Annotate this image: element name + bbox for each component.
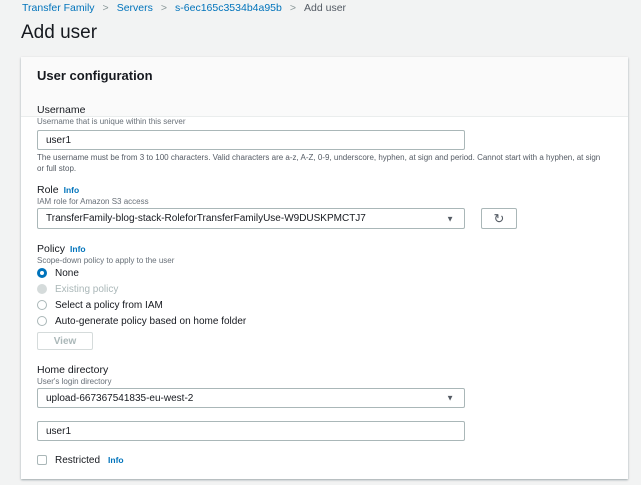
restricted-info-link[interactable]: Info <box>108 455 124 465</box>
policy-info-link[interactable]: Info <box>70 244 86 254</box>
username-help: The username must be from 3 to 100 chara… <box>37 153 601 173</box>
breadcrumb: Transfer Family > Servers > s-6ec165c353… <box>22 1 346 15</box>
breadcrumb-server-id[interactable]: s-6ec165c3534b4a95b <box>175 2 282 14</box>
page-title: Add user <box>21 22 98 43</box>
breadcrumb-servers[interactable]: Servers <box>117 2 153 14</box>
home-directory-description: User's login directory <box>37 377 112 386</box>
policy-label-row: Policy Info <box>37 243 86 255</box>
role-value: TransferFamily-blog-stack-RoleforTransfe… <box>46 213 366 224</box>
refresh-icon: ↻ <box>493 210 505 226</box>
home-path-input[interactable]: user1 <box>37 421 465 441</box>
username-input[interactable]: user1 <box>37 130 465 150</box>
radio-label: Auto-generate policy based on home folde… <box>55 315 247 327</box>
refresh-roles-button[interactable]: ↻ <box>481 208 517 229</box>
policy-option-auto[interactable]: Auto-generate policy based on home folde… <box>37 314 246 328</box>
restricted-label: Restricted <box>55 454 101 466</box>
home-bucket-select[interactable]: upload-667367541835-eu-west-2 ▼ <box>37 388 465 408</box>
view-policy-button: View <box>37 332 93 350</box>
role-description: IAM role for Amazon S3 access <box>37 197 149 206</box>
home-bucket-value: upload-667367541835-eu-west-2 <box>46 392 194 404</box>
caret-down-icon: ▼ <box>446 214 454 223</box>
role-info-link[interactable]: Info <box>64 185 80 195</box>
caret-down-icon: ▼ <box>446 393 454 403</box>
radio[interactable] <box>37 316 47 326</box>
policy-option-existing: Existing policy <box>37 282 118 296</box>
username-description: Username that is unique within this serv… <box>37 117 186 126</box>
radio-label: None <box>55 267 79 279</box>
radio-label: Select a policy from IAM <box>55 299 163 311</box>
policy-description: Scope-down policy to apply to the user <box>37 256 175 265</box>
panel-header: User configuration <box>21 57 628 117</box>
username-label: Username <box>37 104 86 116</box>
radio-label: Existing policy <box>55 283 119 295</box>
radio-disabled <box>37 284 47 294</box>
chevron-right-icon: > <box>160 2 168 14</box>
user-configuration-panel: User configuration Username Username tha… <box>21 57 628 479</box>
home-directory-label: Home directory <box>37 364 109 376</box>
policy-option-none[interactable]: None <box>37 266 79 280</box>
restricted-row: Restricted Info <box>37 453 124 467</box>
chevron-right-icon: > <box>289 2 296 14</box>
policy-option-iam[interactable]: Select a policy from IAM <box>37 298 163 312</box>
breadcrumb-current: Add user <box>304 2 347 14</box>
restricted-checkbox[interactable] <box>37 455 47 465</box>
radio-selected[interactable] <box>37 268 47 278</box>
chevron-right-icon: > <box>102 2 109 14</box>
role-label-row: Role Info <box>37 184 79 196</box>
role-label: Role <box>37 184 59 196</box>
radio[interactable] <box>37 300 47 310</box>
panel-title: User configuration <box>37 68 153 83</box>
policy-label: Policy <box>37 243 66 255</box>
breadcrumb-transfer-family[interactable]: Transfer Family <box>22 2 95 14</box>
role-select[interactable]: TransferFamily-blog-stack-RoleforTransfe… <box>37 208 465 229</box>
